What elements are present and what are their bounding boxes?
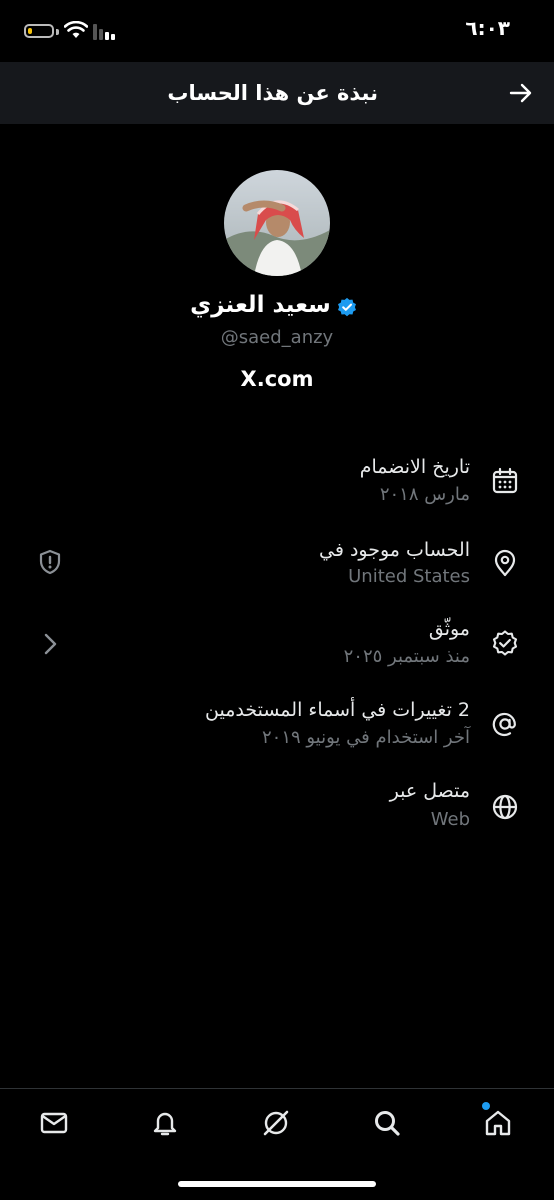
chevron-right-icon[interactable] xyxy=(36,630,64,658)
info-row-verified[interactable]: موثّق منذ سبتمبر ٢٠٢٥ xyxy=(0,615,554,685)
verified-badge-icon xyxy=(337,297,356,316)
wifi-icon xyxy=(64,21,88,38)
row-title: 2 تغييرات في أسماء المستخدمين xyxy=(205,699,470,721)
info-row-connected-via: متصل عبر Web xyxy=(0,776,554,846)
status-time: ٦:٠٣ xyxy=(465,16,510,40)
home-indicator xyxy=(178,1181,376,1187)
profile-name-row: سعيد العنزي xyxy=(0,292,554,319)
mail-icon[interactable] xyxy=(38,1107,70,1139)
verified-check-icon xyxy=(492,630,518,656)
row-subtitle: آخر استخدام في يونيو ٢٠١٩ xyxy=(261,727,470,748)
shield-alert-icon[interactable] xyxy=(36,548,64,576)
arrow-right-icon[interactable] xyxy=(506,78,536,108)
avatar[interactable] xyxy=(224,170,330,276)
location-pin-icon xyxy=(494,549,516,577)
battery-cap xyxy=(56,29,59,35)
info-row-location[interactable]: الحساب موجود في United States xyxy=(0,535,554,605)
calendar-icon xyxy=(492,467,518,494)
page-title: نبذة عن هذا الحساب xyxy=(167,81,378,105)
info-row-username-changes: 2 تغييرات في أسماء المستخدمين آخر استخدا… xyxy=(0,695,554,765)
grok-icon[interactable] xyxy=(260,1107,292,1139)
row-title: موثّق xyxy=(428,618,470,640)
profile-site-label: X.com xyxy=(240,367,314,391)
at-sign-icon xyxy=(492,712,516,737)
home-icon[interactable] xyxy=(482,1107,514,1139)
profile-handle[interactable]: @saed_anzy xyxy=(0,327,554,348)
profile-name: سعيد العنزي xyxy=(190,292,331,318)
globe-icon xyxy=(492,794,518,820)
row-title: تاريخ الانضمام xyxy=(359,456,470,478)
row-subtitle: Web xyxy=(430,809,470,830)
row-subtitle: منذ سبتمبر ٢٠٢٥ xyxy=(343,646,470,667)
cellular-signal-icon xyxy=(93,24,115,40)
row-subtitle: United States xyxy=(348,566,470,587)
notification-dot xyxy=(482,1102,490,1110)
row-title: الحساب موجود في xyxy=(319,539,470,561)
search-icon[interactable] xyxy=(371,1107,403,1139)
info-row-join-date: تاريخ الانضمام مارس ٢٠١٨ xyxy=(0,450,554,520)
bell-icon[interactable] xyxy=(149,1107,181,1139)
row-subtitle: مارس ٢٠١٨ xyxy=(379,484,470,505)
header-bar: نبذة عن هذا الحساب xyxy=(0,62,554,124)
status-bar: ٦:٠٣ xyxy=(0,0,554,62)
row-title: متصل عبر xyxy=(389,780,470,802)
battery-icon xyxy=(24,24,54,38)
